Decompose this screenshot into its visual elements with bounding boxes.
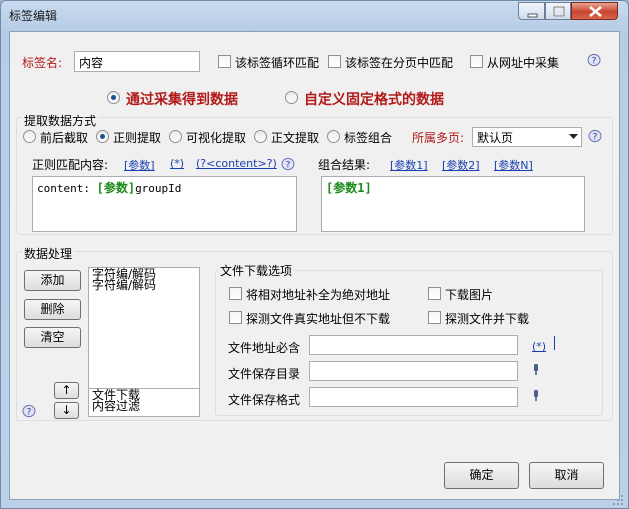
result-textarea[interactable]: [参数1] [321, 176, 585, 232]
tag-edit-window: 标签编辑 标签名: 内容 该标签循环匹配 该标签在分页中匹配 从网址中采集 ? … [0, 0, 629, 509]
maximize-button[interactable] [545, 2, 571, 20]
regex-content-param: [参数] [96, 181, 136, 195]
up-arrow-icon: ↑ [61, 383, 72, 397]
download-section-title: 文件下载选项 [218, 262, 295, 279]
extract-section-title: 提取数据方式 [22, 112, 99, 129]
regex-insert-group-link[interactable]: (?<content>?) [196, 157, 277, 170]
list-item[interactable]: 内容过滤 [92, 400, 196, 412]
absolute-url-checkbox[interactable] [229, 287, 242, 300]
detect-download-checkbox[interactable] [428, 311, 441, 324]
processing-list[interactable]: 字符编/解码 字符编/解码 [88, 267, 200, 389]
result-content: [参数1] [326, 181, 372, 195]
fixed-data-radio[interactable] [285, 91, 298, 104]
mode-radio-body[interactable] [254, 130, 267, 143]
title-bar: 标签编辑 [1, 1, 628, 31]
url-must-contain-label: 文件地址必含 [228, 341, 301, 355]
text-cursor [554, 336, 555, 350]
page-match-label: 该标签在分页中匹配 [345, 56, 454, 70]
multipage-value: 默认页 [477, 131, 514, 145]
dropper-icon[interactable] [532, 364, 540, 376]
svg-text:?: ? [286, 161, 291, 171]
collect-data-radio[interactable] [107, 91, 120, 104]
maximize-icon [553, 6, 565, 17]
result-paramn-link[interactable]: [参数N] [494, 157, 533, 173]
page-match-checkbox[interactable] [328, 55, 341, 68]
clear-button[interactable]: 清空 [24, 327, 81, 348]
close-button[interactable] [571, 2, 618, 20]
svg-text:?: ? [593, 133, 598, 143]
chevron-down-icon [569, 134, 578, 139]
save-dir-label: 文件保存目录 [228, 367, 301, 381]
regex-label: 正则匹配内容: [32, 158, 109, 172]
multipage-label: 所属多页: [412, 131, 465, 145]
minimize-button[interactable] [518, 2, 545, 20]
add-button[interactable]: 添加 [24, 270, 81, 291]
help-icon[interactable]: ? [588, 129, 602, 143]
help-icon[interactable]: ? [587, 53, 601, 67]
detect-only-checkbox[interactable] [229, 311, 242, 324]
mode-radio-regex[interactable] [96, 130, 109, 143]
loop-match-label: 该标签循环匹配 [235, 56, 320, 70]
result-param1-link[interactable]: [参数1] [390, 157, 428, 173]
mode-radio-before-after[interactable] [23, 130, 36, 143]
mode-label-body: 正文提取 [271, 131, 320, 145]
regex-insert-param-link[interactable]: [参数] [124, 157, 155, 173]
move-down-button[interactable]: ↓ [54, 402, 79, 419]
mode-radio-visual[interactable] [169, 130, 182, 143]
result-param2-link[interactable]: [参数2] [442, 157, 480, 173]
regex-content-prefix: content: [37, 182, 97, 195]
absolute-url-label: 将相对地址补全为绝对地址 [246, 288, 391, 302]
dropper-icon[interactable] [532, 390, 540, 402]
svg-text:?: ? [27, 408, 32, 418]
delete-button[interactable]: 删除 [24, 299, 81, 320]
download-images-checkbox[interactable] [428, 287, 441, 300]
regex-content-suffix: groupId [135, 182, 182, 195]
regex-insert-wildcard-link[interactable]: (*) [170, 157, 184, 170]
download-images-label: 下载图片 [445, 288, 494, 302]
ok-button[interactable]: 确定 [444, 462, 519, 489]
save-format-input[interactable] [309, 387, 518, 407]
close-icon [589, 5, 602, 18]
help-icon[interactable]: ? [281, 157, 295, 171]
detect-only-label: 探测文件真实地址但不下载 [246, 312, 391, 326]
mode-label-before-after: 前后截取 [40, 131, 89, 145]
save-format-label: 文件保存格式 [228, 393, 301, 407]
multipage-select[interactable]: 默认页 [472, 127, 582, 147]
result-label: 组合结果: [318, 158, 371, 172]
svg-text:?: ? [592, 57, 597, 67]
mode-label-regex: 正则提取 [113, 131, 162, 145]
collect-from-url-label: 从网址中采集 [487, 56, 560, 70]
collect-from-url-checkbox[interactable] [470, 55, 483, 68]
detect-download-label: 探测文件并下载 [445, 312, 530, 326]
minimize-icon [527, 13, 538, 18]
dialog-body: 标签名: 内容 该标签循环匹配 该标签在分页中匹配 从网址中采集 ? 通过采集得… [9, 31, 620, 500]
regex-textarea[interactable]: content: [参数]groupId [32, 176, 297, 232]
mode-radio-combine[interactable] [327, 130, 340, 143]
url-must-contain-input[interactable] [309, 335, 518, 355]
mode-label-visual: 可视化提取 [186, 131, 247, 145]
mode-label-combine: 标签组合 [344, 131, 393, 145]
move-up-button[interactable]: ↑ [54, 382, 79, 399]
tag-name-input[interactable]: 内容 [74, 51, 200, 72]
down-arrow-icon: ↓ [61, 403, 72, 417]
fixed-data-label: 自定义固定格式的数据 [304, 92, 444, 108]
loop-match-checkbox[interactable] [218, 55, 231, 68]
list-item[interactable]: 字符编/解码 [92, 279, 196, 291]
cancel-button[interactable]: 取消 [529, 462, 604, 489]
processing-bottom-list[interactable]: 文件下载 内容过滤 [88, 388, 200, 417]
resize-grip-icon[interactable] [612, 494, 624, 506]
tag-name-label: 标签名: [22, 56, 63, 70]
url-wildcard-link[interactable]: (*) [532, 340, 546, 353]
save-dir-input[interactable] [309, 361, 518, 381]
window-title: 标签编辑 [9, 9, 58, 23]
collect-data-label: 通过采集得到数据 [126, 92, 238, 108]
processing-section-title: 数据处理 [22, 245, 75, 262]
help-icon[interactable]: ? [22, 404, 36, 418]
